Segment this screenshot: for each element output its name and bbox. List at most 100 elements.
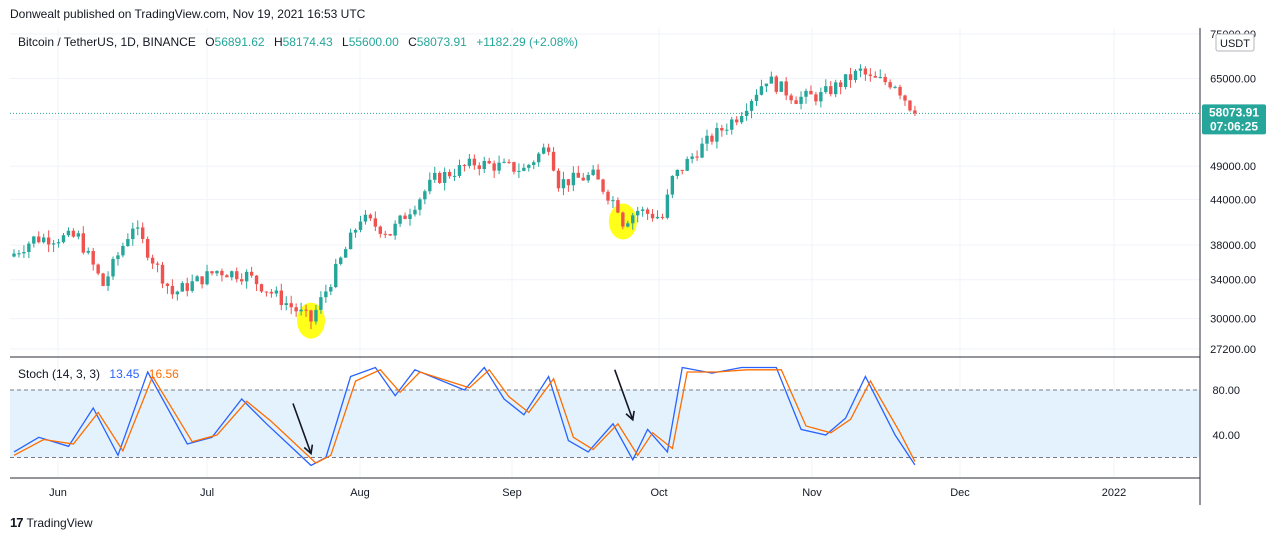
candle-body: [388, 234, 392, 236]
price-tick-label: 27200.00: [1210, 344, 1256, 356]
candle-body: [913, 110, 917, 114]
candle-body: [794, 100, 798, 104]
candle-body: [299, 309, 303, 312]
last-price-value: 58073.91: [1209, 105, 1259, 119]
candle-body: [834, 82, 838, 95]
candle-body: [81, 233, 85, 253]
candle-body: [274, 290, 279, 294]
candle-body: [556, 170, 561, 189]
candle-body: [858, 68, 863, 71]
candle-body: [225, 275, 229, 278]
time-tick-label: Jun: [49, 487, 67, 499]
price-tick-label: 44000.00: [1210, 195, 1256, 207]
candle-body: [739, 115, 744, 123]
candle-body: [908, 100, 912, 111]
candle-body: [660, 216, 665, 218]
candle-body: [759, 86, 764, 95]
candle-body: [809, 90, 813, 95]
candle-body: [893, 86, 897, 88]
last-price-countdown: 07:06:25: [1210, 119, 1258, 133]
candle-body: [215, 270, 219, 274]
candle-body: [111, 258, 115, 277]
candle-body: [700, 143, 704, 158]
legend-symbol: Bitcoin / TetherUS, 1D, BINANCE: [18, 35, 196, 49]
candle-body: [423, 191, 427, 200]
candle-body: [720, 128, 724, 131]
candle-body: [353, 229, 358, 233]
candle-body: [522, 167, 526, 171]
candle-body: [27, 243, 31, 253]
stoch-tick-label: 40.00: [1212, 430, 1240, 442]
candle-body: [670, 175, 675, 195]
candle-body: [710, 135, 714, 142]
candle-body: [309, 310, 313, 322]
candle-body: [304, 309, 308, 311]
candle-body: [814, 94, 818, 102]
candle-body: [586, 174, 590, 181]
candle-body: [289, 303, 293, 308]
time-tick-label: Dec: [950, 487, 970, 499]
candle-body: [626, 223, 630, 227]
currency-badge[interactable]: USDT: [1215, 33, 1255, 52]
candle-body: [96, 264, 100, 274]
candle-body: [903, 95, 907, 101]
candle-body: [433, 172, 437, 180]
candle-body: [319, 297, 323, 310]
candle-body: [408, 214, 412, 220]
candle-body: [71, 230, 76, 237]
candle-body: [91, 251, 95, 265]
candle-body: [269, 291, 274, 294]
candle-body: [507, 161, 511, 163]
candle-body: [784, 81, 788, 96]
candle-body: [116, 255, 120, 259]
candle-body: [487, 160, 491, 164]
candle-body: [690, 156, 694, 159]
stoch-band-fill: [10, 390, 1200, 458]
legend-close-label: C: [408, 35, 417, 49]
candle-body: [631, 215, 635, 224]
candle-body: [12, 253, 16, 257]
candle-body: [527, 164, 531, 168]
candle-body: [210, 271, 214, 274]
candle-body: [378, 226, 382, 234]
candle-body: [205, 271, 209, 285]
candle-body: [447, 172, 452, 177]
legend-open-label: O: [205, 35, 214, 49]
candle-body: [596, 169, 600, 180]
candle-body: [636, 210, 640, 216]
publisher-line: Donwealt published on TradingView.com, N…: [10, 7, 366, 21]
candle-body: [888, 82, 892, 88]
time-tick-label: Oct: [650, 487, 667, 499]
candle-body: [517, 170, 521, 172]
candle-body: [616, 200, 620, 213]
candle-body: [56, 242, 61, 244]
candle-body: [324, 291, 328, 298]
candle-body: [863, 68, 868, 75]
candle-body: [220, 270, 224, 276]
candle-body: [576, 172, 580, 178]
candle-body: [195, 276, 199, 282]
candle-body: [482, 160, 486, 169]
candle-body: [477, 165, 481, 169]
candle-body: [249, 271, 254, 276]
candle-body: [621, 212, 625, 227]
candle-body: [42, 237, 46, 243]
candlestick-series[interactable]: [12, 64, 917, 330]
candle-body: [244, 271, 249, 282]
tradingview-logo[interactable]: 17 TradingView: [10, 515, 93, 530]
candle-body: [145, 239, 150, 258]
candle-body: [334, 263, 338, 288]
candle-body: [744, 110, 749, 116]
chart-canvas[interactable]: 75000.0065000.0057000.0049000.0044000.00…: [0, 28, 1280, 508]
candle-body: [774, 76, 778, 92]
chart-legend: Bitcoin / TetherUS, 1D, BINANCE O56891.6…: [18, 35, 578, 49]
candle-body: [428, 179, 432, 192]
candle-body: [284, 303, 288, 306]
time-axis-labels: Jun Jul Aug Sep Oct Nov Dec 2022: [49, 487, 1126, 499]
candle-body: [898, 86, 902, 96]
candle-body: [749, 101, 754, 111]
candle-body: [512, 162, 516, 172]
candle-body: [329, 287, 333, 292]
candle-body: [66, 230, 71, 236]
candle-body: [358, 221, 363, 230]
